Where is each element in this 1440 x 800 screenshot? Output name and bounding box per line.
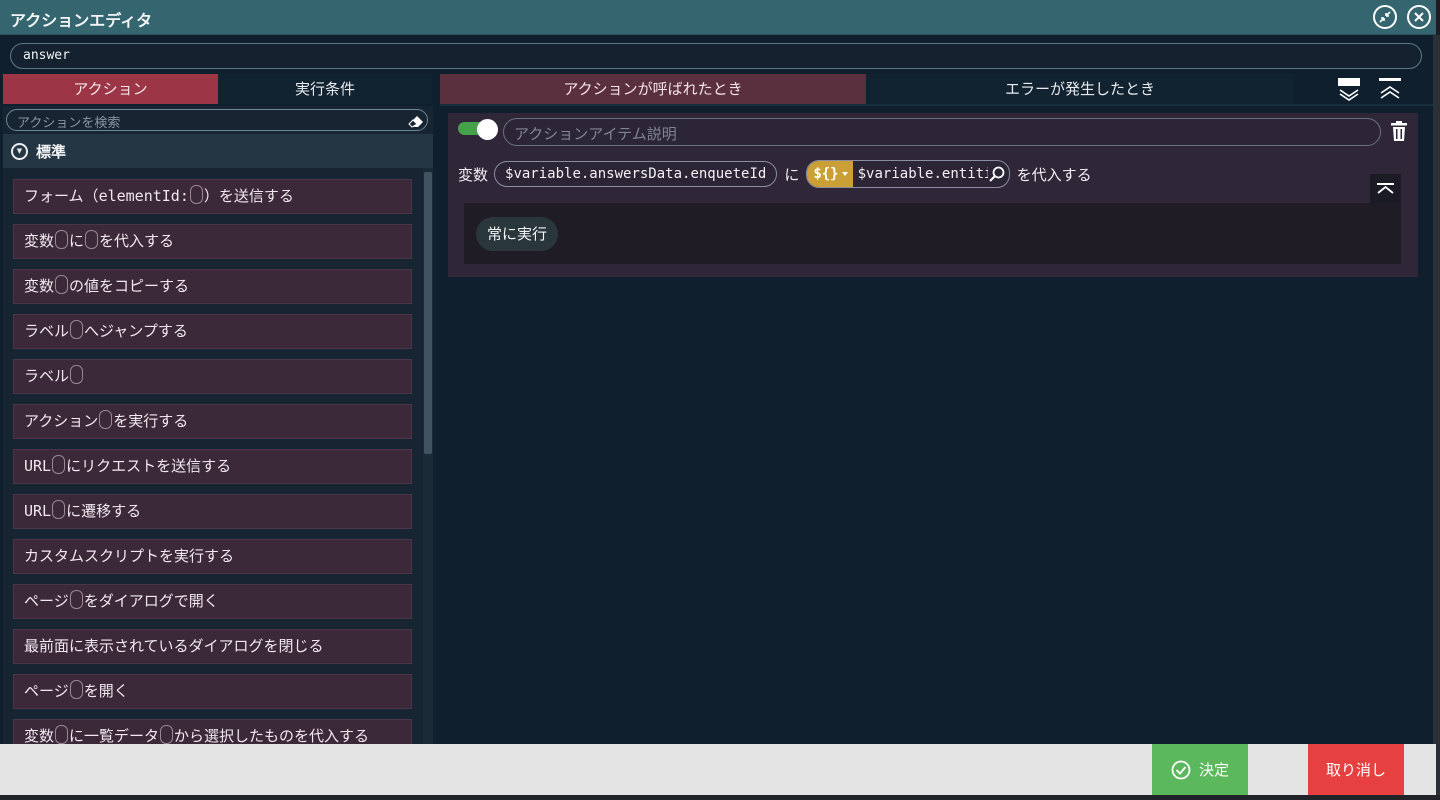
- action-item[interactable]: フォーム（elementId: ）を送信する: [13, 179, 412, 214]
- tab-on-error[interactable]: エラーが発生したとき: [866, 74, 1294, 104]
- action-item[interactable]: URL にリクエストを送信する: [13, 449, 412, 484]
- label-ni: に: [784, 165, 800, 184]
- tab-underline: [440, 104, 1433, 106]
- condition-always-badge[interactable]: 常に実行: [476, 217, 559, 251]
- cancel-label: 取り消し: [1325, 761, 1386, 779]
- tab-action[interactable]: アクション: [3, 74, 218, 104]
- check-circle-icon: [1171, 760, 1191, 779]
- assign-row: 変数 $variable.answersData.enqueteId に ${}…: [458, 160, 1092, 188]
- action-palette: アクションを検索 ▼ 標準 フォーム（elementId: ）を送信する 変数にを代…: [3, 106, 433, 744]
- parameter-slot: [99, 410, 113, 429]
- action-item-text: 変数: [24, 232, 55, 250]
- window-title: アクションエディタ: [10, 11, 153, 30]
- action-item[interactable]: カスタムスクリプトを実行する: [13, 539, 412, 574]
- eraser-icon[interactable]: [408, 114, 423, 128]
- caret-down-icon: [841, 172, 848, 176]
- expand-all-icon[interactable]: [1337, 77, 1361, 101]
- variable-input[interactable]: $variable.answersData.enqueteId: [494, 161, 778, 187]
- action-item-text: を開く: [83, 682, 129, 700]
- collapse-all-icon[interactable]: [1378, 77, 1402, 101]
- action-item[interactable]: ページ をダイアログで開く: [13, 584, 412, 619]
- action-item-text: を代入する: [99, 232, 175, 250]
- action-item-text: へジャンプする: [84, 322, 188, 340]
- footer-bar: 決定 取り消し: [0, 744, 1436, 795]
- label-variable: 変数: [458, 165, 489, 184]
- action-item-card: アクションアイテム説明 変数 $variable.answersData.enq…: [448, 113, 1418, 277]
- ok-button[interactable]: 決定: [1152, 744, 1248, 795]
- action-item[interactable]: 変数 に一覧データ から選択したものを代入する: [13, 719, 412, 744]
- action-item[interactable]: 最前面に表示されているダイアログを閉じる: [13, 629, 412, 664]
- parameter-slot: [189, 185, 203, 204]
- trash-icon[interactable]: [1390, 120, 1408, 142]
- label-assign: を代入する: [1016, 165, 1092, 184]
- chevron-down-circle-icon: ▼: [11, 142, 28, 160]
- category-standard[interactable]: ▼ 標準: [3, 134, 433, 168]
- description-input[interactable]: アクションアイテム説明: [503, 118, 1381, 146]
- action-item[interactable]: 変数にを代入する: [13, 224, 412, 259]
- action-item[interactable]: ラベル へジャンプする: [13, 314, 412, 349]
- tab-on-called[interactable]: アクションが呼ばれたとき: [440, 74, 866, 104]
- action-item[interactable]: 変数 の値をコピーする: [13, 269, 412, 304]
- parameter-slot: [160, 725, 174, 744]
- action-name-input[interactable]: answer: [10, 43, 1422, 69]
- tab-condition[interactable]: 実行条件: [218, 74, 432, 104]
- scrollbar-thumb[interactable]: [424, 172, 432, 454]
- action-item-text: 最前面に表示されているダイアログを閉じる: [24, 637, 324, 655]
- editor-main: answer アクション 実行条件 アクションが呼ばれたとき エラーが発生したと…: [0, 35, 1433, 744]
- close-icon[interactable]: [1407, 5, 1431, 29]
- action-item-text: 変数: [24, 727, 55, 744]
- action-item[interactable]: ラベル: [13, 359, 412, 394]
- action-item-text: ページ: [24, 592, 69, 610]
- action-item-text: ラベル: [24, 367, 70, 385]
- value-combo: ${} $variable.entities.enqueteId: [806, 160, 1010, 188]
- parameter-slot: [55, 275, 69, 294]
- condition-area: 常に実行: [464, 203, 1401, 264]
- action-item-text: カスタムスクリプトを実行する: [24, 547, 235, 565]
- action-item-text: をダイアログで開く: [83, 592, 219, 610]
- cancel-button[interactable]: 取り消し: [1308, 744, 1404, 795]
- action-item-text: ）を送信する: [203, 187, 294, 205]
- ok-label: 決定: [1198, 761, 1229, 779]
- action-item-text: ページ: [24, 682, 69, 700]
- parameter-slot: [55, 230, 69, 249]
- parameter-slot: [55, 725, 69, 744]
- action-item-text: に遷移する: [66, 502, 142, 520]
- action-item-text: にリクエストを送信する: [66, 457, 232, 475]
- value-input[interactable]: $variable.entities.enqueteId: [853, 166, 988, 182]
- action-item[interactable]: ページ を開く: [13, 674, 412, 709]
- parameter-slot: [70, 365, 84, 384]
- title-bar: アクションエディタ: [0, 0, 1436, 35]
- action-item-text: に一覧データ: [69, 727, 160, 744]
- category-label: 標準: [36, 142, 67, 161]
- action-item-text: elementId:: [98, 187, 189, 205]
- action-item[interactable]: URL に遷移する: [13, 494, 412, 529]
- parameter-slot: [85, 230, 99, 249]
- minimize-icon[interactable]: [1373, 5, 1397, 29]
- enable-toggle[interactable]: [458, 119, 498, 140]
- search-icon[interactable]: [988, 165, 1006, 183]
- collapse-condition-button[interactable]: [1370, 174, 1401, 204]
- action-item-text: に: [69, 232, 85, 250]
- parameter-slot: [70, 320, 84, 339]
- action-search-input[interactable]: アクションを検索: [6, 109, 428, 131]
- value-type-dropdown[interactable]: ${}: [807, 161, 853, 187]
- action-item-text: フォーム（: [24, 187, 99, 205]
- parameter-slot: [69, 680, 83, 699]
- background-strip-bottom: [0, 795, 1440, 800]
- parameter-slot: [52, 500, 66, 519]
- background-strip: [1433, 35, 1440, 795]
- parameter-slot: [69, 590, 83, 609]
- action-item-text: 変数: [24, 277, 55, 295]
- action-item[interactable]: アクション を実行する: [13, 404, 412, 439]
- action-item-text: から選択したものを代入する: [174, 727, 370, 744]
- action-item-text: URL: [24, 457, 52, 475]
- action-item-text: URL: [24, 502, 52, 520]
- action-item-text: アクション: [24, 412, 99, 430]
- action-item-text: を実行する: [113, 412, 189, 430]
- action-item-text: ラベル: [24, 322, 70, 340]
- action-item-text: の値をコピーする: [69, 277, 190, 295]
- parameter-slot: [52, 455, 66, 474]
